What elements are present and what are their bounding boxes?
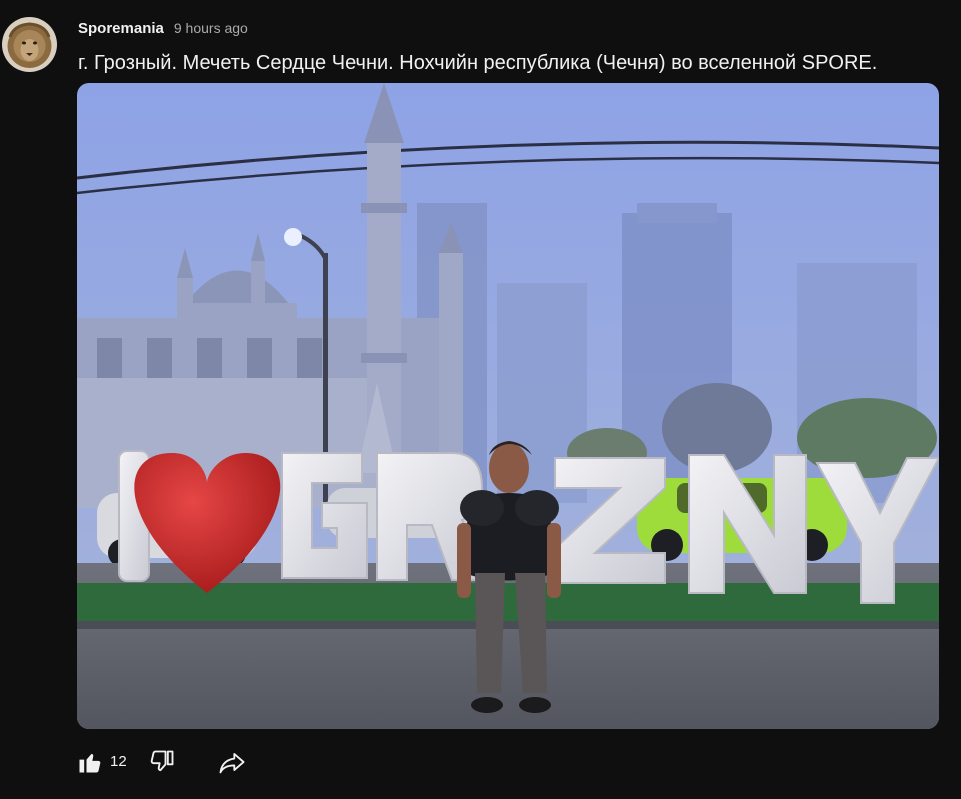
comment-actions: 12 [72, 742, 372, 782]
thumbs-down-outline-icon [150, 750, 174, 772]
like-count: 12 [110, 753, 127, 770]
comment-header: Sporemania 9 hours ago [78, 20, 248, 40]
comment-timestamp[interactable]: 9 hours ago [174, 20, 248, 36]
share-button[interactable] [212, 742, 252, 782]
comment-image[interactable] [77, 83, 939, 729]
comment-text: г. Грозный. Мечеть Сердце Чечни. Нохчийн… [78, 52, 878, 74]
grozny-scene-image [77, 83, 939, 729]
author-name[interactable]: Sporemania [78, 20, 164, 37]
share-arrow-icon [219, 753, 245, 774]
avatar[interactable] [2, 17, 57, 72]
dislike-button[interactable] [144, 742, 180, 782]
thumbs-up-filled-icon [79, 753, 101, 773]
like-button[interactable] [72, 742, 108, 782]
lion-avatar-icon [2, 17, 57, 72]
